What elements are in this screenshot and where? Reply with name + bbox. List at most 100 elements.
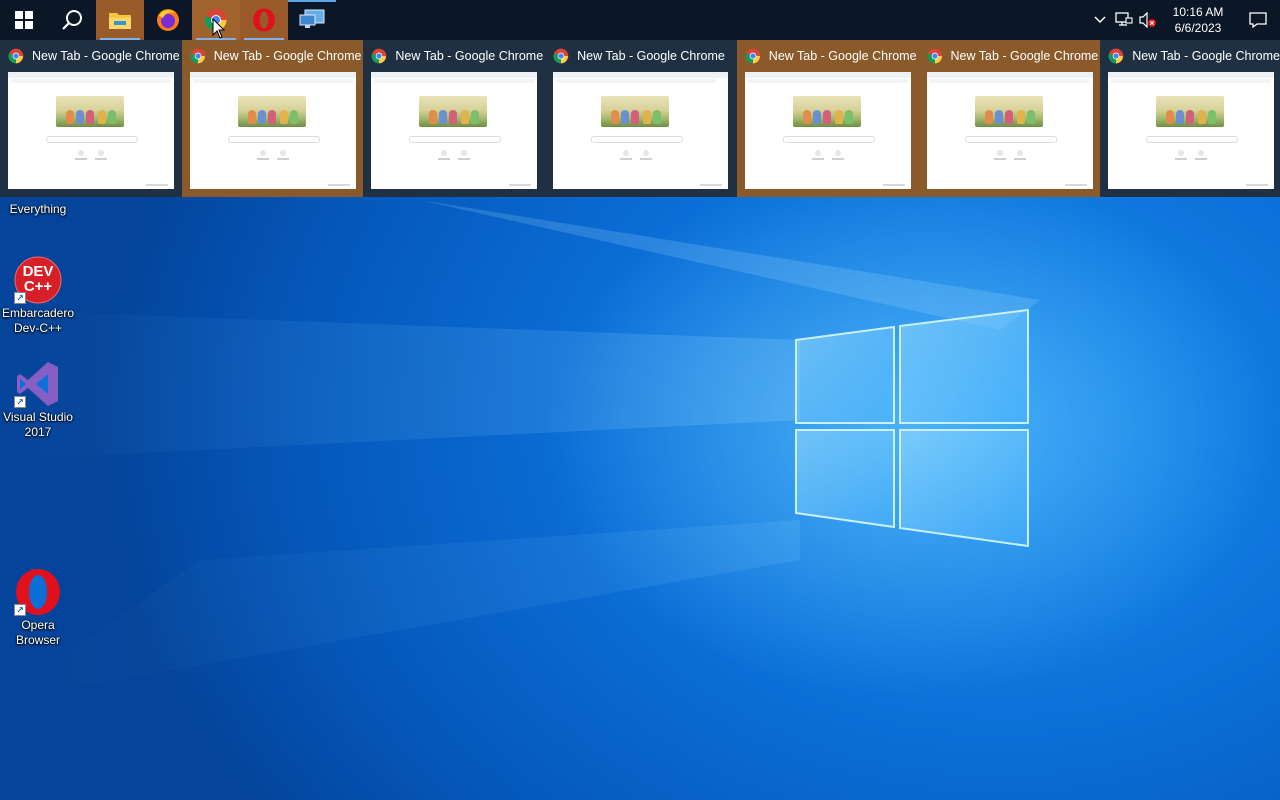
thumbnail-shortcut xyxy=(279,150,286,156)
thumbnail-shortcut-label xyxy=(993,158,1006,160)
doodle-figure xyxy=(461,110,470,124)
clock[interactable]: 10:16 AM 6/6/2023 xyxy=(1160,4,1236,36)
taskbar-firefox[interactable] xyxy=(144,0,192,40)
desktop-icon-visual-studio[interactable]: ↗ Visual Studio 2017 xyxy=(0,360,76,440)
doodle-figure xyxy=(247,110,256,124)
show-hidden-icons-button[interactable] xyxy=(1088,0,1112,40)
thumbnail-shortcut-label xyxy=(75,158,87,160)
thumbnail-addressbar xyxy=(747,79,908,83)
thumbnail-searchbox xyxy=(409,136,502,143)
doodle-figure xyxy=(802,110,811,124)
taskbar-remote-desktop[interactable] xyxy=(288,0,336,40)
thumbnail-addressbar xyxy=(11,79,171,83)
system-tray: 10:16 AM 6/6/2023 xyxy=(1088,0,1280,40)
chrome-window-preview[interactable]: New Tab - Google Chrome xyxy=(545,40,737,197)
chrome-icon xyxy=(926,48,942,64)
desktop-icon-label: Embarcadero Dev-C++ xyxy=(1,306,75,335)
thumbnail-shortcut xyxy=(996,150,1003,156)
thumbnail-footer xyxy=(1246,184,1269,186)
preview-header: New Tab - Google Chrome xyxy=(545,40,737,72)
thumbnail-shortcut-label xyxy=(276,158,289,160)
clock-time: 10:16 AM xyxy=(1172,5,1224,19)
search-button[interactable] xyxy=(48,0,96,40)
taskbar: 10:16 AM 6/6/2023 xyxy=(0,0,1280,40)
google-doodle-image xyxy=(237,96,306,127)
doodle-figure xyxy=(289,110,298,124)
thumbnail-footer xyxy=(146,184,168,186)
desktop-icon-devcpp[interactable]: DEV C++ ↗ Embarcadero Dev-C++ xyxy=(0,256,76,336)
thumbnail-shortcut-label xyxy=(620,158,633,160)
opera-browser-icon: ↗ xyxy=(14,568,62,616)
doodle-figure xyxy=(267,110,276,124)
network-button[interactable] xyxy=(1112,0,1136,40)
thumbnail-searchbox xyxy=(227,136,320,143)
taskbar-thumbnail-previews: New Tab - Google Chrome New Tab - Google … xyxy=(0,40,1280,197)
taskbar-file-explorer[interactable] xyxy=(96,0,144,40)
thumbnail-shortcut xyxy=(643,150,650,156)
notifications-icon xyxy=(1249,12,1267,28)
doodle-figure xyxy=(812,110,821,124)
thumbnail-addressbar xyxy=(929,79,1090,83)
action-center-button[interactable] xyxy=(1236,0,1280,40)
google-doodle-image xyxy=(1156,96,1225,127)
doodle-figure xyxy=(643,110,652,124)
doodle-figure xyxy=(429,110,438,124)
preview-title: New Tab - Google Chrome xyxy=(213,49,362,63)
network-icon xyxy=(1115,12,1133,26)
opera-icon xyxy=(253,8,275,32)
remote-desktop-icon xyxy=(299,9,325,28)
preview-title: New Tab - Google Chrome xyxy=(32,49,180,63)
shortcut-arrow-icon: ↗ xyxy=(14,604,26,616)
thumbnail-footer xyxy=(700,184,723,186)
thumbnail-footer xyxy=(509,184,532,186)
desktop-icon-opera[interactable]: ↗ Opera Browser xyxy=(0,568,76,648)
taskbar-opera[interactable] xyxy=(240,0,288,40)
chrome-window-preview[interactable]: New Tab - Google Chrome xyxy=(181,40,364,197)
thumbnail-tabbar xyxy=(189,72,356,78)
preview-header: New Tab - Google Chrome xyxy=(0,40,182,72)
preview-header: New Tab - Google Chrome xyxy=(182,40,364,72)
thumbnail-shortcut-label xyxy=(1195,158,1208,160)
chrome-icon xyxy=(1108,48,1124,64)
shortcut-arrow-icon: ↗ xyxy=(14,292,26,304)
thumbnail-footer xyxy=(882,184,905,186)
thumbnail-shortcut xyxy=(259,150,266,156)
clock-date: 6/6/2023 xyxy=(1174,21,1222,35)
chrome-window-preview[interactable]: New Tab - Google Chrome xyxy=(918,40,1101,197)
start-button[interactable] xyxy=(0,0,48,40)
chrome-window-preview[interactable]: New Tab - Google Chrome xyxy=(363,40,545,197)
windows-logo-icon xyxy=(15,11,33,29)
doodle-figure xyxy=(631,110,640,124)
thumbnail-shortcut xyxy=(1016,150,1023,156)
doodle-figure xyxy=(98,110,106,124)
preview-header: New Tab - Google Chrome xyxy=(363,40,545,72)
preview-header: New Tab - Google Chrome xyxy=(919,40,1101,72)
chrome-icon xyxy=(371,48,387,64)
doodle-figure xyxy=(108,110,116,124)
thumbnail-footer xyxy=(327,184,350,186)
thumbnail-tabbar xyxy=(1108,72,1275,78)
preview-thumbnail xyxy=(926,72,1093,189)
volume-button[interactable] xyxy=(1136,0,1160,40)
thumbnail-shortcut xyxy=(441,150,448,156)
thumbnail-tabbar xyxy=(553,72,729,78)
thumbnail-searchbox xyxy=(46,136,138,143)
chrome-window-preview[interactable]: New Tab - Google Chrome xyxy=(0,40,182,197)
preview-header: New Tab - Google Chrome xyxy=(737,40,919,72)
preview-thumbnail xyxy=(744,72,911,189)
doodle-figure xyxy=(1004,110,1013,124)
doodle-figure xyxy=(279,110,288,124)
thumbnail-footer xyxy=(1064,184,1087,186)
chrome-window-preview[interactable]: New Tab - Google Chrome xyxy=(736,40,919,197)
chevron-up-icon xyxy=(1094,16,1106,24)
thumbnail-shortcut xyxy=(1198,150,1205,156)
thumbnail-searchbox xyxy=(964,136,1057,143)
doodle-figure xyxy=(1166,110,1175,124)
google-doodle-image xyxy=(56,96,124,127)
chrome-window-preview[interactable]: New Tab - Google Chrome xyxy=(1100,40,1280,197)
thumbnail-searchbox xyxy=(1146,136,1239,143)
desktop-icon-label: Everything xyxy=(9,202,67,216)
google-doodle-image xyxy=(419,96,488,127)
doodle-figure xyxy=(257,110,266,124)
doodle-figure xyxy=(471,110,480,124)
